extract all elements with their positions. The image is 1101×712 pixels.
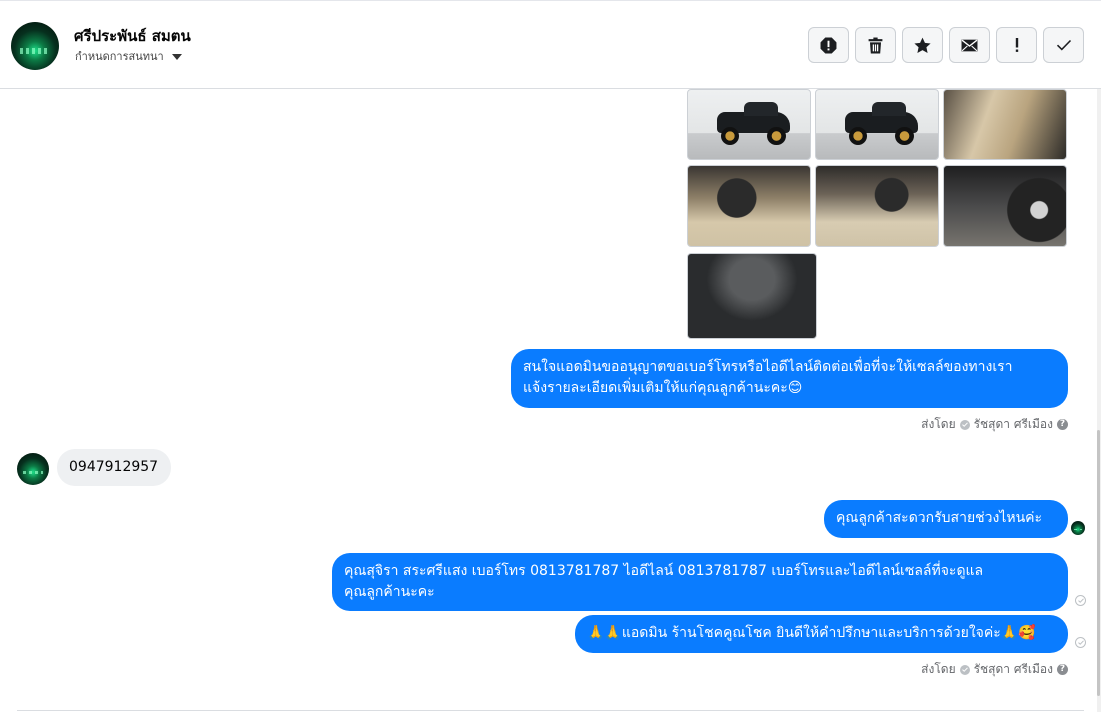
message-outgoing-2[interactable]: คุณลูกค้าสะดวกรับสายช่วงไหนค่ะ bbox=[824, 500, 1068, 538]
delete-button[interactable] bbox=[855, 27, 896, 63]
photo-dashboard-1[interactable] bbox=[687, 165, 811, 247]
help-icon[interactable]: ? bbox=[1057, 419, 1068, 430]
star-button[interactable] bbox=[902, 27, 943, 63]
photo-engine-bay[interactable] bbox=[687, 253, 817, 339]
trash-icon bbox=[868, 37, 883, 53]
email-button[interactable] bbox=[949, 27, 990, 63]
caret-down-icon bbox=[171, 53, 182, 60]
photo-dashboard-2[interactable] bbox=[815, 165, 939, 247]
sender-avatar[interactable] bbox=[17, 453, 49, 485]
photo-steering-wheel[interactable] bbox=[943, 165, 1067, 247]
message-outgoing-3[interactable]: คุณสุจิรา สระศรีแสง เบอร์โทร 0813781787 … bbox=[332, 553, 1068, 611]
mark-done-button[interactable] bbox=[1043, 27, 1084, 63]
sent-by-name[interactable]: รัชสุดา ศรีเมือง bbox=[974, 660, 1053, 679]
sent-by-name[interactable]: รัชสุดา ศรีเมือง bbox=[974, 415, 1053, 434]
report-icon bbox=[820, 37, 837, 53]
verified-icon bbox=[959, 664, 970, 675]
mark-important-button[interactable] bbox=[996, 27, 1037, 63]
message-text-line2: คุณลูกค้านะคะ bbox=[344, 584, 435, 600]
seen-by-avatar bbox=[1071, 521, 1085, 535]
message-incoming-1[interactable]: 0947912957 bbox=[57, 449, 171, 486]
verified-icon bbox=[959, 419, 970, 430]
scrollbar-thumb[interactable] bbox=[1097, 430, 1100, 696]
message-text: คุณลูกค้าสะดวกรับสายช่วงไหนค่ะ bbox=[836, 510, 1043, 526]
delivered-icon bbox=[1075, 637, 1086, 648]
star-icon bbox=[914, 37, 931, 53]
contact-name[interactable]: ศรีประพันธ์ สมตน bbox=[74, 24, 191, 48]
sent-by-label: ส่งโดย bbox=[921, 417, 956, 431]
conversation-header: ศรีประพันธ์ สมตน กำหนดการสนทนา bbox=[0, 0, 1101, 89]
photo-truck-side-2[interactable] bbox=[815, 89, 939, 160]
message-text-line2: แจ้งรายละเอียดเพิ่มเติมให้แก่คุณลูกค้านะ… bbox=[523, 380, 803, 396]
message-text: คุณสุจิรา สระศรีแสง เบอร์โทร 0813781787 … bbox=[344, 563, 984, 579]
exclamation-icon bbox=[1015, 38, 1018, 52]
message-text: สนใจแอดมินขออนุญาตขอเบอร์โทรหรือไอดีไลน์… bbox=[523, 359, 1013, 375]
help-icon[interactable]: ? bbox=[1057, 664, 1068, 675]
report-button[interactable] bbox=[808, 27, 849, 63]
delivered-icon bbox=[1075, 595, 1086, 606]
message-outgoing-1[interactable]: สนใจแอดมินขออนุญาตขอเบอร์โทรหรือไอดีไลน์… bbox=[511, 349, 1068, 408]
sent-by-info-1: ส่งโดย รัชสุดา ศรีเมือง ? bbox=[921, 415, 1068, 434]
photo-truck-side-1[interactable] bbox=[687, 89, 811, 160]
contact-avatar[interactable] bbox=[11, 22, 59, 70]
check-icon bbox=[1056, 39, 1071, 51]
header-actions bbox=[808, 27, 1084, 63]
message-text: 🙏🙏แอดมิน ร้านโชคคูณโชค ยินดีให้คำปรึกษาแ… bbox=[587, 625, 1036, 641]
conversation-settings-label: กำหนดการสนทนา bbox=[75, 50, 164, 63]
sent-by-label: ส่งโดย bbox=[921, 662, 956, 676]
message-text: 0947912957 bbox=[69, 459, 159, 475]
envelope-icon bbox=[961, 39, 978, 51]
sent-by-info-2: ส่งโดย รัชสุดา ศรีเมือง ? bbox=[921, 660, 1068, 679]
conversation-settings-dropdown[interactable]: กำหนดการสนทนา bbox=[75, 47, 182, 65]
message-outgoing-4[interactable]: 🙏🙏แอดมิน ร้านโชคคูณโชค ยินดีให้คำปรึกษาแ… bbox=[575, 615, 1068, 653]
photo-door-interior[interactable] bbox=[943, 89, 1067, 160]
composer-divider bbox=[17, 710, 1084, 711]
